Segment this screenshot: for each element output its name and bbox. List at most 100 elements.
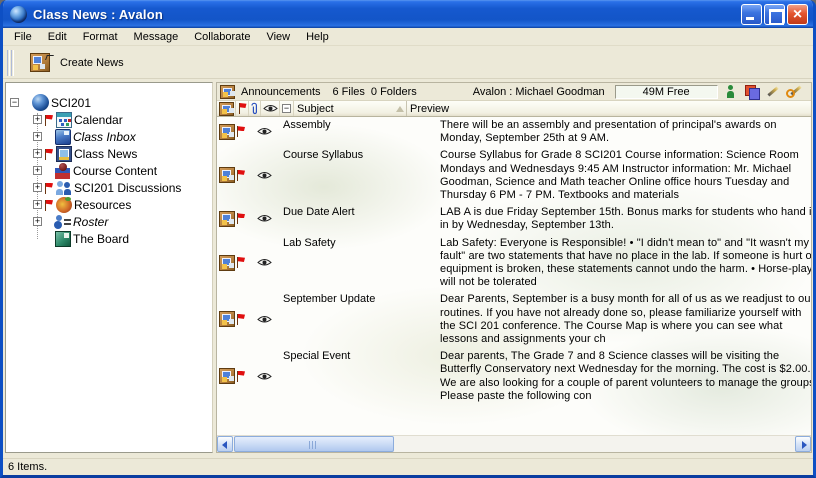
item-icon-cell: [217, 205, 257, 232]
horizontal-scrollbar[interactable]: [217, 435, 811, 452]
viewed-cell: [257, 205, 283, 232]
list-item[interactable]: Lab Safety Lab Safety: Everyone is Respo…: [217, 235, 811, 292]
item-subject: Lab Safety: [283, 236, 440, 290]
collapse-icon: [282, 104, 291, 113]
expand-icon[interactable]: [33, 149, 42, 158]
tree-item-label: Calendar: [74, 113, 123, 127]
menu-help[interactable]: Help: [298, 30, 337, 44]
item-preview: Dear parents, The Grade 7 and 8 Science …: [440, 349, 811, 403]
app-globe-icon: [10, 6, 27, 23]
expand-icon[interactable]: [33, 115, 42, 124]
news-icon: [219, 211, 235, 227]
item-icon-cell: [217, 148, 257, 202]
eye-icon: [257, 127, 272, 136]
menu-file[interactable]: File: [6, 30, 40, 44]
menu-view[interactable]: View: [258, 30, 298, 44]
sort-ascending-icon[interactable]: [396, 106, 404, 112]
column-header-row: Subject Preview: [217, 101, 811, 117]
eye-icon: [263, 104, 278, 113]
item-subject: September Update: [283, 292, 440, 346]
item-icon-cell: [217, 349, 257, 403]
list-item[interactable]: Special Event Dear parents, The Grade 7 …: [217, 348, 811, 405]
resources-icon: [56, 197, 72, 213]
menu-bar: File Edit Format Message Collaborate Vie…: [3, 28, 813, 46]
copy-pages-icon[interactable]: [744, 84, 759, 99]
maximize-icon[interactable]: [764, 4, 785, 25]
tree-item-label: Class News: [74, 147, 137, 161]
subject-column-header[interactable]: Subject: [294, 101, 396, 116]
tree-item-label: Roster: [73, 215, 108, 229]
menu-collaborate[interactable]: Collaborate: [186, 30, 258, 44]
person-icon[interactable]: [723, 84, 738, 99]
flag-icon: [235, 256, 246, 269]
tree-item-label: The Board: [73, 232, 129, 246]
scrollbar-thumb[interactable]: [234, 436, 394, 452]
expand-icon[interactable]: [33, 166, 42, 175]
tree-item-label: Class Inbox: [73, 130, 136, 144]
announcements-pane: Announcements 6 Files 0 Folders Avalon :…: [216, 82, 812, 453]
conference-tree-pane[interactable]: SCI201 Calendar Class Inbox Class News: [5, 82, 213, 453]
new-item-arrow-icon: [46, 52, 54, 60]
viewed-cell: [257, 349, 283, 403]
list-item[interactable]: Due Date Alert LAB A is due Friday Septe…: [217, 204, 811, 234]
expand-icon[interactable]: [33, 200, 42, 209]
close-icon[interactable]: [787, 4, 808, 25]
news-icon: [219, 102, 234, 116]
expand-icon[interactable]: [33, 132, 42, 141]
collapse-all-column-header[interactable]: [280, 101, 294, 116]
flag-icon: [235, 212, 246, 225]
item-preview: Course Syllabus for Grade 8 SCI201 Cours…: [440, 148, 811, 202]
pane-header-icons: [723, 84, 811, 99]
expand-icon[interactable]: [33, 217, 42, 226]
list-item[interactable]: September Update Dear Parents, September…: [217, 291, 811, 348]
pen-key-icon[interactable]: [786, 84, 801, 99]
preview-column-header[interactable]: Preview: [406, 101, 811, 116]
toolbar-grip[interactable]: [7, 50, 10, 76]
news-icon: [219, 311, 235, 327]
eye-icon: [257, 214, 272, 223]
scroll-left-icon[interactable]: [217, 436, 233, 452]
create-news-button[interactable]: Create News: [24, 50, 130, 75]
account-label: Avalon : Michael Goodman: [473, 86, 605, 98]
window-controls: [741, 4, 810, 25]
pencil-icon[interactable]: [765, 84, 780, 99]
attachment-column-header[interactable]: [249, 101, 261, 116]
item-subject: Course Syllabus: [283, 148, 440, 202]
menu-edit[interactable]: Edit: [40, 30, 75, 44]
toolbar-grip-2: [11, 50, 14, 76]
item-preview: There will be an assembly and presentati…: [440, 118, 811, 145]
item-icon-cell: [217, 118, 257, 145]
menu-message[interactable]: Message: [126, 30, 187, 44]
flag-icon: [237, 102, 248, 115]
item-preview: Dear Parents, September is a busy month …: [440, 292, 811, 346]
flag-icon: [235, 125, 246, 138]
news-icon: [219, 124, 235, 140]
item-preview: LAB A is due Friday September 15th. Bonu…: [440, 205, 811, 232]
class-news-icon: [56, 146, 72, 162]
viewed-column-header[interactable]: [261, 101, 280, 116]
item-type-column-header[interactable]: [217, 101, 236, 116]
expand-icon[interactable]: [33, 183, 42, 192]
tree-item-sci201[interactable]: SCI201: [6, 94, 212, 111]
viewed-cell: [257, 118, 283, 145]
scroll-right-icon[interactable]: [795, 436, 811, 452]
folders-count: 0 Folders: [371, 86, 417, 98]
item-icon-cell: [217, 292, 257, 346]
item-subject: Assembly: [283, 118, 440, 145]
flag-icon: [43, 199, 55, 211]
titlebar[interactable]: Class News : Avalon: [0, 0, 816, 28]
flag-column-header[interactable]: [236, 101, 249, 116]
eye-icon: [257, 372, 272, 381]
toolbar: Create News: [3, 47, 813, 79]
news-icon: [219, 368, 235, 384]
list-item[interactable]: Course Syllabus Course Syllabus for Grad…: [217, 147, 811, 204]
app-window: Class News : Avalon File Edit Format Mes…: [0, 0, 816, 478]
files-count: 6 Files: [333, 86, 365, 98]
collapse-icon[interactable]: [10, 98, 19, 107]
viewed-cell: [257, 148, 283, 202]
announcements-icon: [220, 85, 235, 99]
status-text: 6 Items.: [8, 461, 47, 473]
menu-format[interactable]: Format: [75, 30, 126, 44]
list-item[interactable]: Assembly There will be an assembly and p…: [217, 117, 811, 147]
minimize-icon[interactable]: [741, 4, 762, 25]
